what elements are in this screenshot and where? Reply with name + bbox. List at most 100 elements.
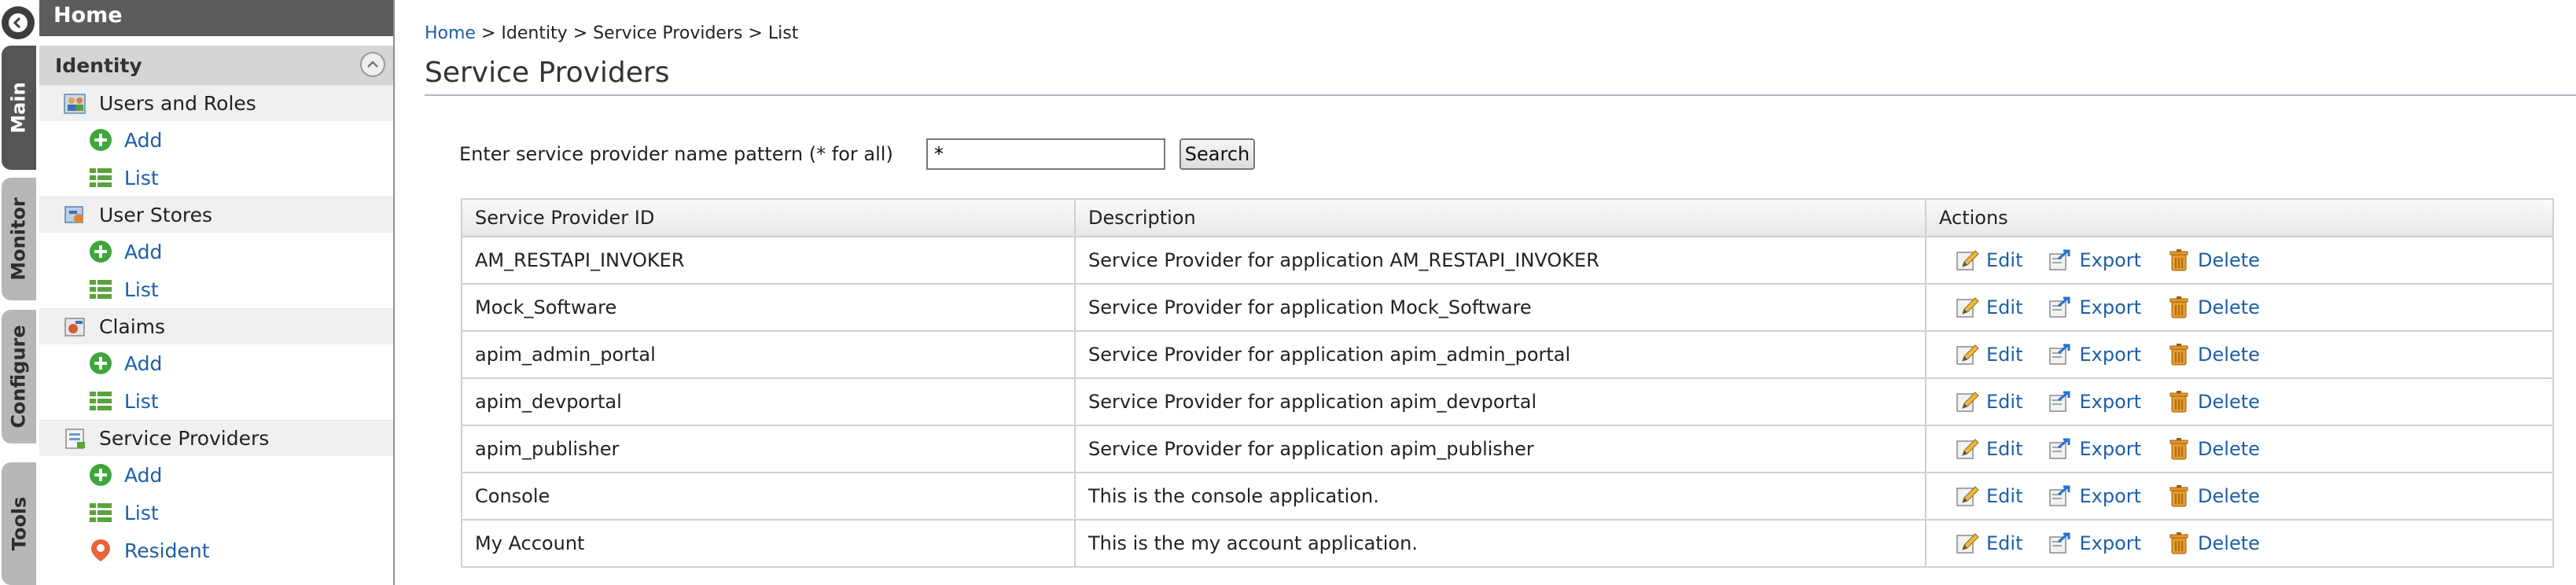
cell-description: Service Provider for application apim_ad… bbox=[1074, 330, 1926, 379]
delete-action[interactable]: Delete bbox=[2166, 248, 2260, 273]
add-icon bbox=[90, 129, 112, 151]
export-icon bbox=[2049, 391, 2070, 412]
tab-tools-label: Tools bbox=[8, 496, 31, 551]
sidebar-item-service-providers-list[interactable]: List bbox=[39, 494, 393, 532]
edit-action[interactable]: Edit bbox=[1955, 436, 2022, 462]
delete-icon bbox=[2169, 344, 2188, 366]
sidebar-item-claims-list[interactable]: List bbox=[39, 382, 393, 420]
row-actions: Edit Export Delete bbox=[1939, 436, 2552, 462]
sidebar-item-label: Resident bbox=[124, 539, 210, 562]
delete-action-label: Delete bbox=[2198, 438, 2260, 460]
export-action[interactable]: Export bbox=[2048, 484, 2141, 509]
sidebar-item-claims-add[interactable]: Add bbox=[39, 344, 393, 382]
cell-description: Service Provider for application apim_de… bbox=[1074, 377, 1926, 426]
cell-description: Service Provider for application Mock_So… bbox=[1074, 283, 1926, 332]
sidebar-item-user-stores-add[interactable]: Add bbox=[39, 233, 393, 270]
export-icon bbox=[2049, 249, 2070, 270]
sidebar-group-claims[interactable]: Claims bbox=[39, 308, 393, 344]
delete-icon bbox=[2169, 391, 2188, 413]
delete-action[interactable]: Delete bbox=[2166, 484, 2260, 509]
export-action[interactable]: Export bbox=[2048, 295, 2141, 320]
export-action-label: Export bbox=[2079, 532, 2142, 554]
tab-main-label: Main bbox=[8, 82, 31, 134]
delete-action[interactable]: Delete bbox=[2166, 389, 2260, 414]
edit-action[interactable]: Edit bbox=[1955, 531, 2022, 556]
sidebar-section-identity[interactable]: Identity bbox=[39, 46, 393, 85]
delete-icon bbox=[2169, 438, 2188, 460]
vertical-tab-strip: Main Monitor Configure Tools bbox=[0, 0, 39, 585]
edit-action[interactable]: Edit bbox=[1955, 248, 2022, 273]
list-icon bbox=[90, 503, 112, 522]
tab-monitor-label: Monitor bbox=[8, 197, 31, 281]
edit-action-label: Edit bbox=[1986, 296, 2023, 318]
sidebar-item-users-add[interactable]: Add bbox=[39, 121, 393, 159]
edit-action[interactable]: Edit bbox=[1955, 295, 2022, 320]
tab-monitor[interactable]: Monitor bbox=[2, 178, 36, 300]
cell-actions: Edit Export Delete bbox=[1925, 236, 2554, 285]
sidebar-group-users-and-roles[interactable]: Users and Roles bbox=[39, 85, 393, 121]
export-action-label: Export bbox=[2079, 485, 2142, 507]
column-header-description: Description bbox=[1074, 198, 1926, 237]
row-actions: Edit Export Delete bbox=[1939, 531, 2552, 556]
search-input[interactable] bbox=[926, 138, 1165, 170]
tab-tools[interactable]: Tools bbox=[2, 462, 36, 585]
sidebar-item-label: Add bbox=[124, 463, 163, 487]
sidebar-item-service-providers-resident[interactable]: Resident bbox=[39, 532, 393, 569]
cell-actions: Edit Export Delete bbox=[1925, 330, 2554, 379]
export-action[interactable]: Export bbox=[2048, 531, 2141, 556]
users-roles-icon bbox=[64, 93, 86, 114]
sidebar-item-user-stores-list[interactable]: List bbox=[39, 270, 393, 308]
delete-icon bbox=[2169, 485, 2188, 507]
cell-service-provider-id: My Account bbox=[461, 519, 1076, 568]
row-actions: Edit Export Delete bbox=[1939, 389, 2552, 414]
export-icon bbox=[2049, 296, 2070, 318]
sidebar-group-service-providers[interactable]: Service Providers bbox=[39, 420, 393, 456]
export-icon bbox=[2049, 485, 2070, 506]
chevron-up-icon[interactable] bbox=[360, 52, 385, 77]
export-action[interactable]: Export bbox=[2048, 342, 2141, 367]
edit-action-label: Edit bbox=[1986, 391, 2023, 413]
export-action[interactable]: Export bbox=[2048, 248, 2141, 273]
delete-action[interactable]: Delete bbox=[2166, 531, 2260, 556]
export-action-label: Export bbox=[2079, 438, 2142, 460]
edit-action-label: Edit bbox=[1986, 249, 2023, 271]
tab-main[interactable]: Main bbox=[2, 46, 36, 170]
breadcrumb-home-link[interactable]: Home bbox=[425, 24, 476, 43]
edit-action[interactable]: Edit bbox=[1955, 342, 2022, 367]
sidebar-home-label: Home bbox=[53, 3, 123, 28]
collapse-sidebar-button[interactable] bbox=[2, 6, 35, 39]
breadcrumb-trail: > Identity > Service Providers > List bbox=[475, 24, 799, 43]
add-icon bbox=[90, 464, 112, 486]
main-content: Home > Identity > Service Providers > Li… bbox=[425, 0, 2576, 585]
search-button[interactable]: Search bbox=[1179, 138, 1255, 170]
search-label: Enter service provider name pattern (* f… bbox=[459, 143, 893, 165]
sidebar-home-header[interactable]: Home bbox=[39, 0, 393, 36]
sidebar-item-service-providers-add[interactable]: Add bbox=[39, 456, 393, 494]
export-action[interactable]: Export bbox=[2048, 389, 2141, 414]
sidebar-item-label: List bbox=[124, 278, 159, 301]
service-providers-icon bbox=[65, 428, 85, 449]
sidebar-item-label: Add bbox=[124, 240, 163, 263]
row-actions: Edit Export Delete bbox=[1939, 248, 2552, 273]
cell-service-provider-id: apim_publisher bbox=[461, 425, 1076, 473]
delete-action[interactable]: Delete bbox=[2166, 295, 2260, 320]
cell-service-provider-id: AM_RESTAPI_INVOKER bbox=[461, 236, 1076, 285]
export-action-label: Export bbox=[2079, 391, 2142, 413]
edit-action-label: Edit bbox=[1986, 485, 2023, 507]
sidebar-group-label: Claims bbox=[99, 315, 166, 338]
list-icon bbox=[90, 392, 112, 410]
sidebar-group-user-stores[interactable]: User Stores bbox=[39, 197, 393, 233]
table-row: Mock_Software Service Provider for applic… bbox=[461, 283, 2554, 332]
cell-service-provider-id: Console bbox=[461, 472, 1076, 521]
delete-action[interactable]: Delete bbox=[2166, 436, 2260, 462]
cell-service-provider-id: Mock_Software bbox=[461, 283, 1076, 332]
delete-action[interactable]: Delete bbox=[2166, 342, 2260, 367]
edit-action[interactable]: Edit bbox=[1955, 484, 2022, 509]
column-header-actions: Actions bbox=[1925, 198, 2554, 237]
sidebar-item-users-list[interactable]: List bbox=[39, 159, 393, 197]
edit-action[interactable]: Edit bbox=[1955, 389, 2022, 414]
list-icon bbox=[90, 168, 112, 187]
tab-configure[interactable]: Configure bbox=[2, 310, 36, 443]
delete-action-label: Delete bbox=[2198, 532, 2260, 554]
export-action[interactable]: Export bbox=[2048, 436, 2141, 462]
